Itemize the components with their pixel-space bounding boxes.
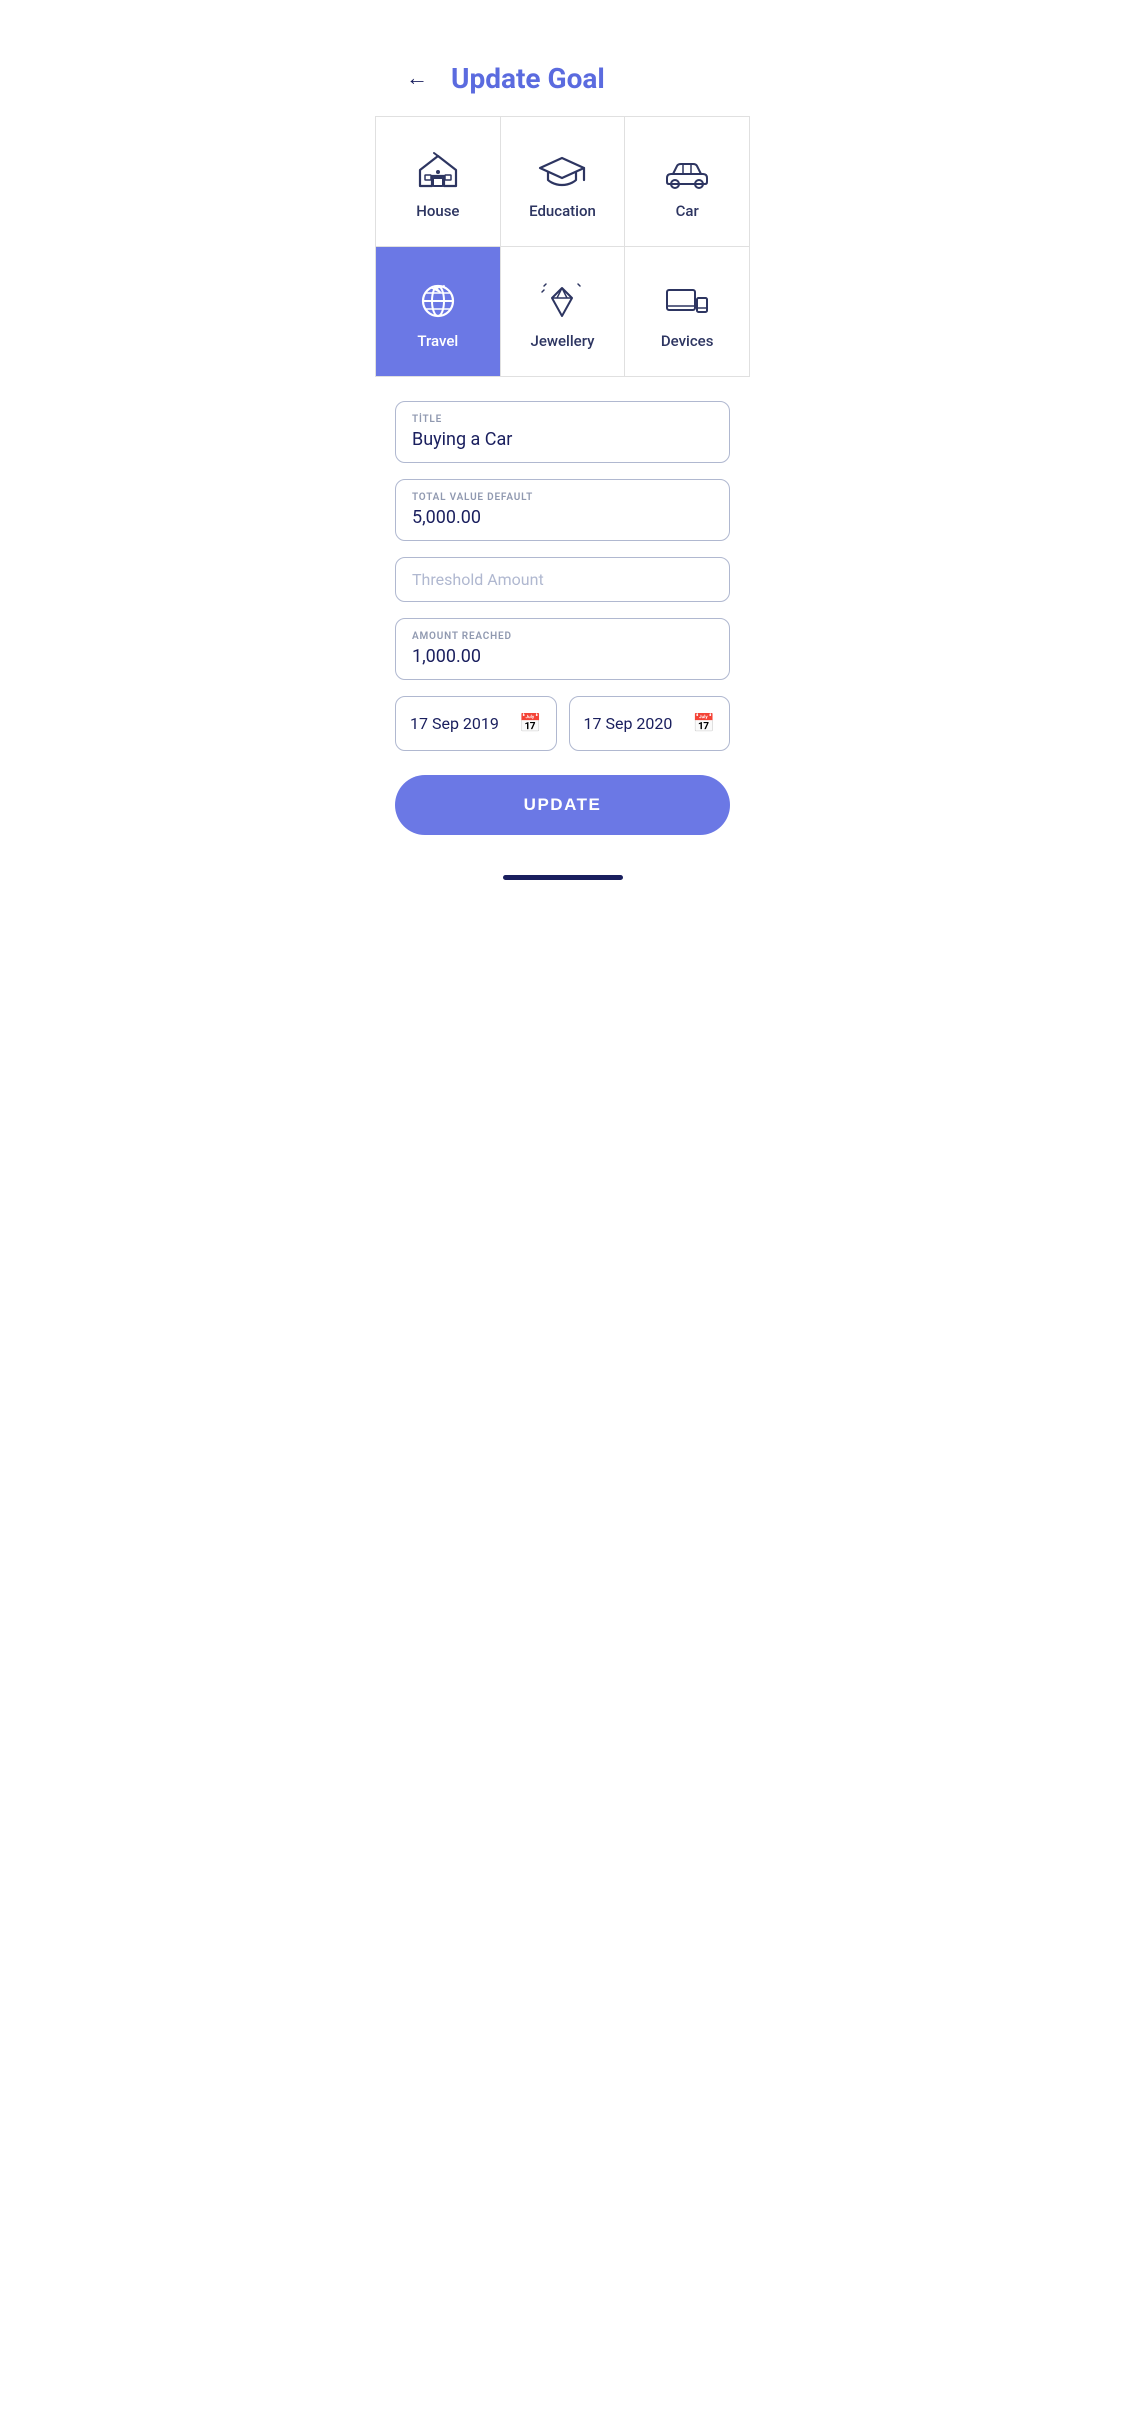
amount-reached-input-group[interactable]: AMOUNT REACHED 1,000.00 xyxy=(395,618,730,680)
total-value-value: 5,000.00 xyxy=(412,507,713,528)
jewellery-icon xyxy=(536,280,588,322)
start-date-calendar-icon: 📅 xyxy=(519,713,541,734)
category-grid: House Education Car Tra xyxy=(375,116,750,377)
amount-reached-label: AMOUNT REACHED xyxy=(412,631,713,642)
title-label: TİTLE xyxy=(412,414,713,425)
education-icon xyxy=(536,150,588,192)
update-button[interactable]: UPDATE xyxy=(395,775,730,835)
start-date-text: 17 Sep 2019 xyxy=(410,714,499,733)
end-date-text: 17 Sep 2020 xyxy=(584,714,673,733)
end-date-calendar-icon: 📅 xyxy=(693,713,715,734)
category-house[interactable]: House xyxy=(376,117,501,247)
page-title: Update Goal xyxy=(451,62,605,95)
form-section: TİTLE Buying a Car TOTAL VALUE DEFAULT 5… xyxy=(375,377,750,859)
home-bar xyxy=(503,875,623,880)
category-devices[interactable]: Devices xyxy=(625,247,750,377)
devices-label: Devices xyxy=(661,332,714,350)
total-value-input-group[interactable]: TOTAL VALUE DEFAULT 5,000.00 xyxy=(395,479,730,541)
house-label: House xyxy=(416,202,459,220)
education-label: Education xyxy=(529,202,596,220)
back-arrow-icon: ← xyxy=(406,65,428,91)
devices-icon xyxy=(661,280,713,322)
date-row: 17 Sep 2019 📅 17 Sep 2020 📅 xyxy=(395,696,730,751)
home-indicator xyxy=(375,859,750,888)
threshold-placeholder: Threshold Amount xyxy=(412,570,713,589)
end-date-input[interactable]: 17 Sep 2020 📅 xyxy=(569,696,731,751)
travel-icon xyxy=(412,280,464,322)
total-value-label: TOTAL VALUE DEFAULT xyxy=(412,492,713,503)
jewellery-label: Jewellery xyxy=(530,332,594,350)
house-icon xyxy=(412,150,464,192)
title-value: Buying a Car xyxy=(412,429,713,450)
category-travel[interactable]: Travel xyxy=(376,247,501,377)
header: ← Update Goal xyxy=(375,0,750,116)
amount-reached-value: 1,000.00 xyxy=(412,646,713,667)
car-icon xyxy=(661,150,713,192)
threshold-input-group[interactable]: Threshold Amount xyxy=(395,557,730,602)
back-button[interactable]: ← xyxy=(399,60,435,96)
start-date-input[interactable]: 17 Sep 2019 📅 xyxy=(395,696,557,751)
car-label: Car xyxy=(676,202,699,220)
category-education[interactable]: Education xyxy=(501,117,626,247)
title-input-group[interactable]: TİTLE Buying a Car xyxy=(395,401,730,463)
category-car[interactable]: Car xyxy=(625,117,750,247)
travel-label: Travel xyxy=(417,332,458,350)
category-jewellery[interactable]: Jewellery xyxy=(501,247,626,377)
